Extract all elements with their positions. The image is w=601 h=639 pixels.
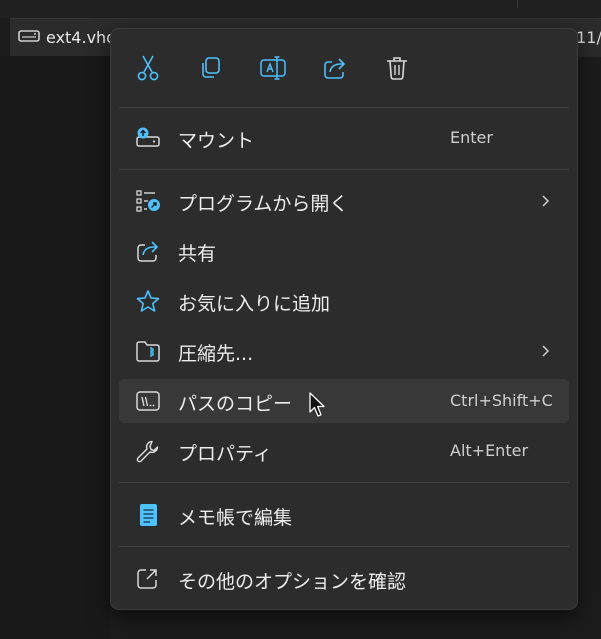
- trash-icon: [385, 55, 409, 81]
- rename-icon: [259, 55, 287, 81]
- menu-item-label: お気に入りに追加: [178, 293, 331, 315]
- menu-item-label: メモ帳で編集: [178, 507, 293, 529]
- top-strip: [0, 0, 601, 18]
- copy-button[interactable]: [195, 53, 225, 83]
- menu-separator: [119, 546, 569, 547]
- menu-item-edit-notepad[interactable]: メモ帳で編集: [119, 493, 569, 537]
- notepad-icon: [135, 503, 161, 527]
- mouse-pointer-icon: [309, 392, 327, 418]
- more-options-icon: [135, 567, 161, 591]
- menu-item-shortcut: Enter: [450, 128, 493, 147]
- cut-button[interactable]: [133, 53, 163, 83]
- copy-path-icon: [135, 389, 161, 413]
- menu-item-share[interactable]: 共有: [119, 229, 569, 273]
- share-icon: [322, 55, 348, 81]
- menu-separator: [119, 107, 569, 108]
- chevron-right-icon: [535, 191, 555, 211]
- menu-separator: [119, 169, 569, 170]
- chevron-right-icon: [535, 341, 555, 361]
- open-with-icon: [135, 189, 161, 213]
- mount-icon: [135, 126, 161, 150]
- wrench-icon: [135, 439, 161, 463]
- menu-item-label: 圧縮先...: [178, 343, 254, 365]
- menu-separator: [119, 482, 569, 483]
- context-menu: マウント Enter プログラムから開く 共有 お気に入りに追加 圧縮先...: [110, 28, 578, 610]
- menu-item-add-favorite[interactable]: お気に入りに追加: [119, 279, 569, 323]
- share-icon: [135, 239, 161, 263]
- menu-item-shortcut: Ctrl+Shift+C: [450, 391, 553, 410]
- star-icon: [135, 289, 161, 313]
- scissors-icon: [135, 54, 161, 82]
- delete-button[interactable]: [382, 53, 412, 83]
- menu-item-label: 共有: [178, 243, 217, 265]
- explorer-background: [0, 56, 110, 639]
- menu-item-label: その他のオプションを確認: [178, 571, 407, 593]
- copy-icon: [197, 55, 223, 81]
- menu-item-copy-path[interactable]: パスのコピー Ctrl+Shift+C: [119, 379, 569, 423]
- menu-item-label: プロパティ: [178, 443, 272, 465]
- menu-item-properties[interactable]: プロパティ Alt+Enter: [119, 429, 569, 473]
- drive-icon: [18, 29, 40, 43]
- menu-item-more-options[interactable]: その他のオプションを確認: [119, 557, 569, 601]
- rename-button[interactable]: [258, 53, 288, 83]
- context-menu-toolbar: [111, 29, 577, 107]
- column-divider: [517, 0, 518, 8]
- menu-item-label: マウント: [178, 130, 255, 152]
- zip-folder-icon: [135, 339, 161, 363]
- menu-item-shortcut: Alt+Enter: [450, 441, 529, 460]
- menu-item-label: パスのコピー: [178, 393, 293, 415]
- menu-item-compress-to[interactable]: 圧縮先...: [119, 329, 569, 373]
- menu-item-open-with[interactable]: プログラムから開く: [119, 179, 569, 223]
- share-toolbar-button[interactable]: [320, 53, 350, 83]
- menu-item-mount[interactable]: マウント Enter: [119, 116, 569, 160]
- menu-item-label: プログラムから開く: [178, 193, 349, 215]
